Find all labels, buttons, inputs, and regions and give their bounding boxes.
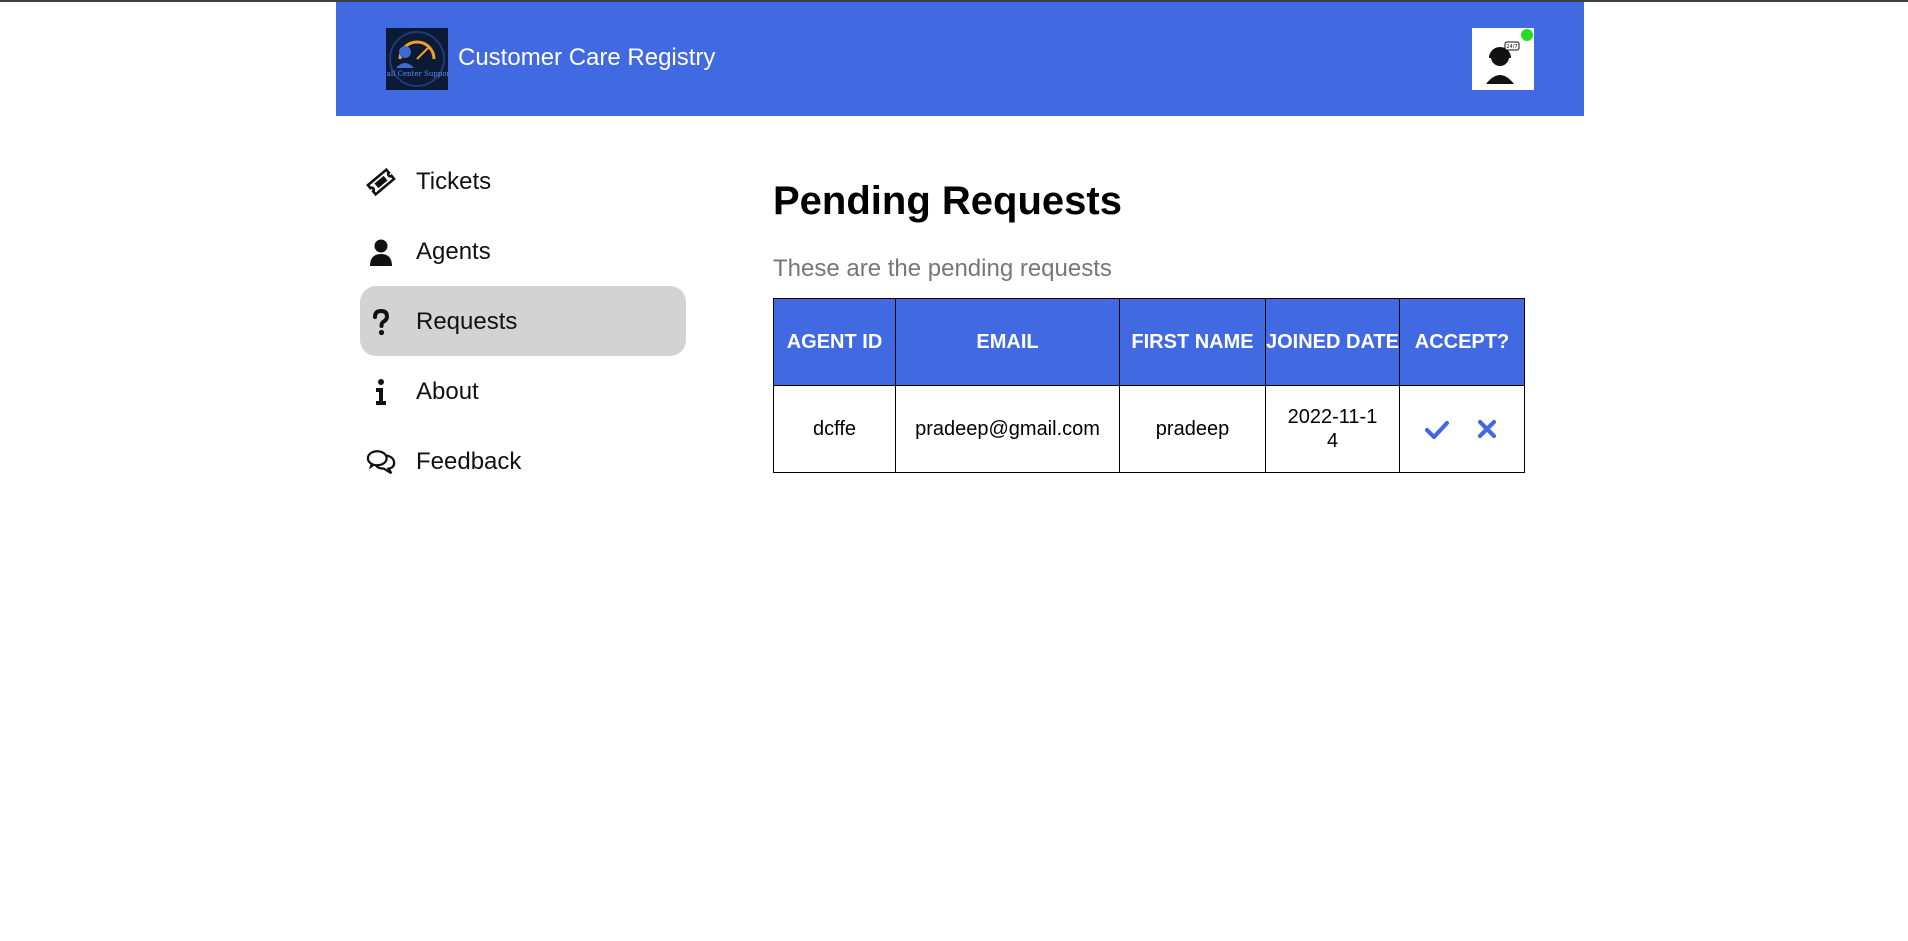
column-header-first-name: FIRST NAME bbox=[1119, 298, 1266, 386]
accept-button[interactable] bbox=[1422, 414, 1452, 444]
sidebar-item-agents[interactable]: Agents bbox=[360, 216, 686, 286]
user-icon bbox=[366, 237, 396, 267]
info-icon bbox=[366, 377, 396, 407]
comments-icon bbox=[366, 447, 396, 477]
svg-text:24/7: 24/7 bbox=[1506, 44, 1517, 50]
times-icon bbox=[1477, 419, 1496, 439]
sidebar-nav: Tickets Agents Requests About Feedback bbox=[360, 146, 686, 496]
cell-agent-id: dcffe bbox=[773, 385, 896, 473]
sidebar-item-label: Agents bbox=[416, 238, 491, 265]
cell-joined-date: 2022-11-14 bbox=[1265, 385, 1400, 473]
table-header-row: AGENT ID EMAIL FIRST NAME JOINED DATE AC… bbox=[773, 298, 1525, 386]
headset-logo-icon: Call Center Support bbox=[386, 28, 448, 90]
page-title: Pending Requests bbox=[773, 179, 1122, 223]
column-header-agent-id: AGENT ID bbox=[773, 298, 896, 386]
column-header-accept: ACCEPT? bbox=[1399, 298, 1525, 386]
app-header: Call Center Support Customer Care Regist… bbox=[336, 2, 1584, 116]
joined-date-text: 2022-11-14 bbox=[1287, 406, 1378, 452]
sidebar-item-requests[interactable]: Requests bbox=[360, 286, 686, 356]
sidebar-item-label: About bbox=[416, 378, 479, 405]
cell-accept-actions bbox=[1399, 385, 1525, 473]
sidebar-item-label: Requests bbox=[416, 308, 518, 335]
pending-requests-table: AGENT ID EMAIL FIRST NAME JOINED DATE AC… bbox=[773, 298, 1525, 473]
online-status-dot bbox=[1521, 29, 1533, 41]
cell-email: pradeep@gmail.com bbox=[895, 385, 1120, 473]
sidebar-item-about[interactable]: About bbox=[360, 356, 686, 426]
sidebar-item-tickets[interactable]: Tickets bbox=[360, 146, 686, 216]
column-header-email: EMAIL bbox=[895, 298, 1120, 386]
sidebar-item-label: Tickets bbox=[416, 168, 492, 195]
svg-text:Call Center Support: Call Center Support bbox=[386, 70, 448, 78]
check-icon bbox=[1425, 420, 1450, 440]
app-logo[interactable]: Call Center Support bbox=[386, 28, 448, 90]
page-subtitle: These are the pending requests bbox=[773, 255, 1112, 282]
app-title: Customer Care Registry bbox=[458, 44, 716, 71]
column-header-joined-date: JOINED DATE bbox=[1265, 298, 1400, 386]
table-row: dcffe pradeep@gmail.com pradeep 2022-11-… bbox=[773, 385, 1525, 473]
reject-button[interactable] bbox=[1472, 414, 1502, 444]
question-icon bbox=[366, 307, 396, 337]
sidebar-item-label: Feedback bbox=[416, 448, 522, 475]
cell-first-name: pradeep bbox=[1119, 385, 1266, 473]
sidebar-item-feedback[interactable]: Feedback bbox=[360, 426, 686, 496]
ticket-icon bbox=[366, 167, 396, 197]
main-content: Pending Requests These are the pending r… bbox=[773, 176, 1533, 473]
